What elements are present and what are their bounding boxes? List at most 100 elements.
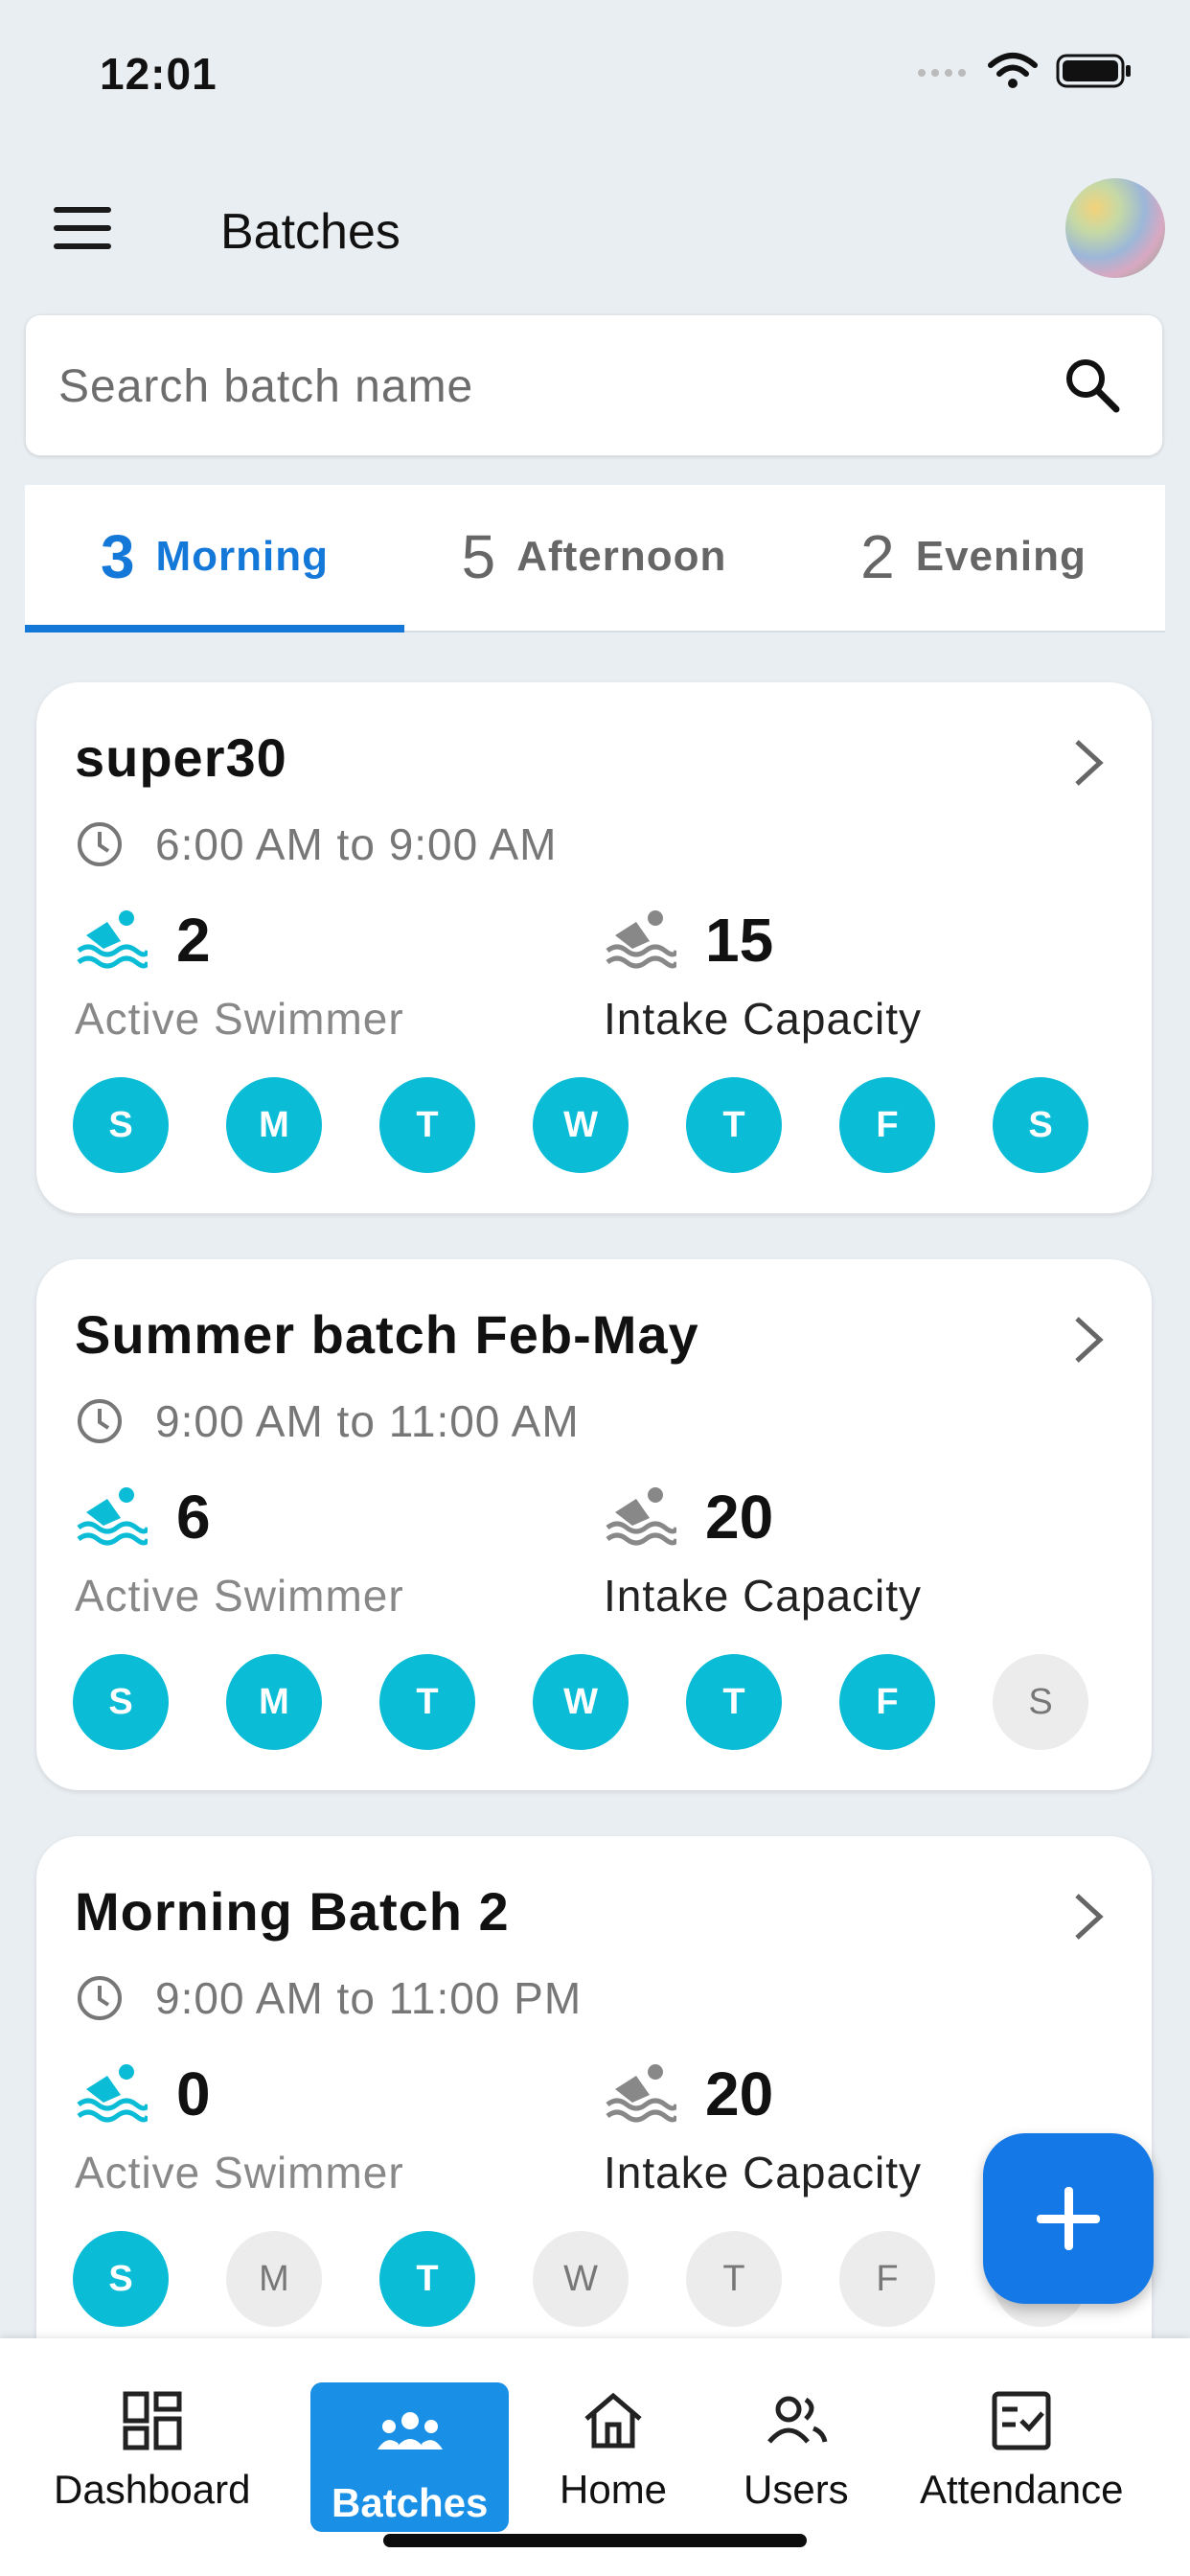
swimmer-icon bbox=[606, 910, 676, 969]
tab-label: Afternoon bbox=[516, 533, 727, 580]
days-row: S M T W T F S bbox=[73, 1077, 1108, 1173]
tab-afternoon[interactable]: 5 Afternoon bbox=[404, 485, 784, 629]
batch-card[interactable]: super30 6:00 AM to 9:00 AM 2 Active Swim… bbox=[36, 682, 1152, 1213]
intake-capacity-stat: 15 Intake Capacity bbox=[604, 905, 922, 1045]
batch-card[interactable]: Summer batch Feb-May 9:00 AM to 11:00 AM… bbox=[36, 1259, 1152, 1790]
nav-label: Home bbox=[560, 2467, 668, 2512]
active-swimmer-stat: 2 Active Swimmer bbox=[75, 905, 404, 1045]
menu-icon[interactable] bbox=[54, 207, 113, 249]
active-swimmer-label: Active Swimmer bbox=[75, 2148, 404, 2197]
active-swimmer-count: 0 bbox=[176, 2059, 211, 2128]
day-chip: M bbox=[226, 2231, 322, 2327]
intake-capacity-label: Intake Capacity bbox=[604, 994, 923, 1044]
status-icons bbox=[916, 52, 1133, 90]
nav-users[interactable]: Users bbox=[744, 2386, 849, 2513]
search-input[interactable] bbox=[57, 315, 1018, 457]
day-chip: S bbox=[993, 1654, 1088, 1750]
intake-capacity-count: 20 bbox=[705, 1483, 774, 1552]
batch-time: 6:00 AM to 9:00 AM bbox=[155, 819, 558, 869]
add-batch-button[interactable] bbox=[983, 2133, 1154, 2304]
battery-icon bbox=[1056, 54, 1131, 88]
intake-capacity-stat: 20 Intake Capacity bbox=[604, 2058, 922, 2198]
day-chip: F bbox=[839, 1077, 935, 1173]
batch-time-row: 6:00 AM to 9:00 AM bbox=[75, 818, 557, 870]
page-title: Batches bbox=[220, 204, 400, 260]
avatar[interactable] bbox=[1065, 178, 1165, 278]
chevron-right-icon[interactable] bbox=[1069, 1313, 1108, 1367]
nav-home[interactable]: Home bbox=[560, 2386, 667, 2513]
nav-batches[interactable]: Batches bbox=[310, 2382, 510, 2532]
active-swimmer-label: Active Swimmer bbox=[75, 1571, 404, 1621]
day-chip: S bbox=[73, 2231, 169, 2327]
tab-label: Evening bbox=[915, 533, 1087, 580]
day-chip: S bbox=[73, 1654, 169, 1750]
tab-morning[interactable]: 3 Morning bbox=[25, 485, 404, 629]
day-chip: F bbox=[839, 1654, 935, 1750]
active-swimmer-stat: 6 Active Swimmer bbox=[75, 1482, 404, 1622]
tab-evening[interactable]: 2 Evening bbox=[784, 485, 1163, 629]
home-indicator bbox=[383, 2534, 807, 2547]
chevron-right-icon[interactable] bbox=[1069, 1890, 1108, 1944]
tab-count: 2 bbox=[860, 522, 895, 591]
status-time: 12:01 bbox=[100, 49, 217, 99]
intake-capacity-label: Intake Capacity bbox=[604, 2148, 923, 2197]
nav-dashboard[interactable]: Dashboard bbox=[54, 2386, 250, 2513]
batch-name: Morning Batch 2 bbox=[75, 1881, 510, 1942]
tab-count: 3 bbox=[100, 522, 135, 591]
batch-tabs: 3 Morning 5 Afternoon 2 Evening bbox=[25, 485, 1165, 632]
batch-card[interactable]: Morning Batch 2 9:00 AM to 11:00 PM 0 Ac… bbox=[36, 1836, 1152, 2392]
swimmer-icon bbox=[77, 1487, 148, 1546]
batch-time: 9:00 AM to 11:00 PM bbox=[155, 1973, 583, 2023]
batch-time: 9:00 AM to 11:00 AM bbox=[155, 1396, 580, 1446]
day-chip: T bbox=[379, 2231, 475, 2327]
groups-icon bbox=[377, 2412, 443, 2450]
day-chip: S bbox=[73, 1077, 169, 1173]
active-swimmer-count: 2 bbox=[176, 906, 211, 975]
day-chip: T bbox=[686, 1654, 782, 1750]
search-icon[interactable] bbox=[1061, 354, 1124, 417]
day-chip: F bbox=[839, 2231, 935, 2327]
active-swimmer-label: Active Swimmer bbox=[75, 994, 404, 1044]
dashboard-icon bbox=[123, 2391, 182, 2450]
batch-name: Summer batch Feb-May bbox=[75, 1304, 699, 1365]
days-row: S M T W T F S bbox=[73, 1654, 1108, 1750]
status-bar: 12:01 bbox=[0, 0, 1190, 144]
day-chip: T bbox=[686, 2231, 782, 2327]
swimmer-icon bbox=[77, 2064, 148, 2123]
active-swimmer-count: 6 bbox=[176, 1483, 211, 1552]
tab-label: Morning bbox=[155, 533, 330, 580]
tab-count: 5 bbox=[461, 522, 496, 591]
swimmer-icon bbox=[77, 910, 148, 969]
app-bar: Batches bbox=[0, 172, 1190, 288]
batch-time-row: 9:00 AM to 11:00 AM bbox=[75, 1395, 580, 1447]
day-chip: W bbox=[533, 2231, 629, 2327]
nav-label: Users bbox=[744, 2467, 849, 2512]
active-swimmer-stat: 0 Active Swimmer bbox=[75, 2058, 404, 2198]
search-box bbox=[25, 314, 1163, 457]
nav-attendance[interactable]: Attendance bbox=[920, 2386, 1124, 2513]
day-chip: S bbox=[993, 1077, 1088, 1173]
day-chip: T bbox=[379, 1654, 475, 1750]
intake-capacity-count: 20 bbox=[705, 2059, 774, 2128]
batch-name: super30 bbox=[75, 727, 287, 788]
days-row: S M T W T F S bbox=[73, 2231, 1108, 2327]
day-chip: M bbox=[226, 1077, 322, 1173]
day-chip: T bbox=[686, 1077, 782, 1173]
intake-capacity-label: Intake Capacity bbox=[604, 1571, 923, 1621]
clock-icon bbox=[78, 1399, 122, 1443]
clock-icon bbox=[78, 822, 122, 866]
swimmer-icon bbox=[606, 2064, 676, 2123]
day-chip: T bbox=[379, 1077, 475, 1173]
batch-time-row: 9:00 AM to 11:00 PM bbox=[75, 1972, 582, 2024]
intake-capacity-count: 15 bbox=[705, 906, 774, 975]
nav-label: Dashboard bbox=[54, 2467, 251, 2512]
chevron-right-icon[interactable] bbox=[1069, 736, 1108, 790]
intake-capacity-stat: 20 Intake Capacity bbox=[604, 1482, 922, 1622]
attendance-icon bbox=[992, 2391, 1051, 2450]
clock-icon bbox=[78, 1976, 122, 2020]
wifi-icon bbox=[988, 53, 1038, 88]
signal-icon bbox=[918, 69, 966, 77]
nav-label: Batches bbox=[332, 2480, 489, 2525]
home-icon bbox=[584, 2392, 642, 2449]
nav-label: Attendance bbox=[920, 2467, 1124, 2512]
